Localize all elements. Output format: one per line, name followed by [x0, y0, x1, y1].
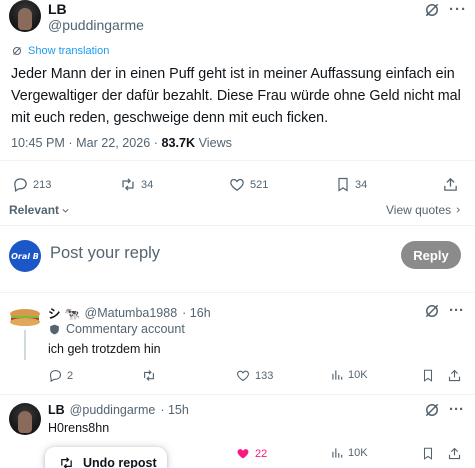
- views-action[interactable]: 10K: [330, 446, 368, 460]
- reply-avatar[interactable]: [9, 403, 41, 435]
- share-icon[interactable]: [447, 368, 462, 383]
- author-handle[interactable]: @puddingarme: [48, 17, 144, 33]
- analytics-icon: [330, 368, 344, 382]
- reply-text: ich geh trotzdem hin: [48, 342, 161, 356]
- reply-button[interactable]: Reply: [401, 241, 461, 269]
- bookmark-count: 34: [355, 178, 368, 191]
- shield-icon: [48, 323, 61, 336]
- views-label: Views: [195, 136, 232, 150]
- like-count: 521: [250, 178, 269, 191]
- reply-time[interactable]: · 15h: [160, 403, 189, 417]
- tweet-timestamp[interactable]: 10:45 PM · Mar 22, 2026 ·: [11, 136, 162, 150]
- view-quotes-label: View quotes: [386, 203, 452, 217]
- commentary-badge: Commentary account: [48, 322, 185, 336]
- sort-relevant-label: Relevant: [9, 203, 60, 217]
- repost-icon: [58, 455, 75, 468]
- author-avatar[interactable]: [9, 0, 41, 32]
- divider: [0, 160, 475, 161]
- repost-count: 34: [141, 178, 154, 191]
- reply-action[interactable]: 213: [12, 176, 51, 193]
- reply-icon: [12, 176, 29, 193]
- thread-connector: [24, 330, 26, 360]
- like-action[interactable]: 22: [235, 446, 267, 461]
- reply-author-handle[interactable]: @Matumba1988: [85, 306, 178, 320]
- reply-author-name[interactable]: シ 🐄: [48, 303, 80, 322]
- composer-avatar[interactable]: Oral B: [9, 240, 41, 272]
- grok-icon[interactable]: [423, 1, 441, 19]
- commentary-label: Commentary account: [66, 322, 185, 336]
- reply-action[interactable]: 2: [48, 368, 73, 383]
- reply-time[interactable]: · 16h: [182, 306, 211, 320]
- tweet-meta: 10:45 PM · Mar 22, 2026 · 83.7K Views: [11, 136, 232, 150]
- views-count: 10K: [348, 447, 368, 459]
- like-action[interactable]: 133: [235, 368, 273, 383]
- reply-avatar-sandwich[interactable]: [9, 308, 41, 328]
- sort-relevant-dropdown[interactable]: Relevant: [9, 203, 70, 217]
- bookmark-icon: [335, 176, 351, 193]
- reply-count: 2: [67, 369, 74, 382]
- repost-action[interactable]: 34: [119, 176, 153, 193]
- reply-header: LB @puddingarme · 15h: [48, 403, 189, 417]
- views-action[interactable]: 10K: [330, 368, 368, 382]
- grok-icon[interactable]: [423, 401, 441, 419]
- heart-icon: [228, 176, 246, 193]
- bookmark-icon[interactable]: [421, 446, 435, 461]
- reply-icon: [48, 368, 63, 383]
- show-translation-link[interactable]: Show translation: [11, 45, 109, 57]
- author-name[interactable]: LB: [48, 1, 67, 17]
- like-count: 22: [255, 447, 268, 460]
- like-action[interactable]: 521: [228, 176, 268, 193]
- share-icon[interactable]: [447, 446, 462, 461]
- avatar-logo-text: Oral B: [11, 251, 39, 261]
- grok-icon[interactable]: [423, 302, 441, 320]
- undo-repost-label: Undo repost: [83, 456, 157, 468]
- reply-header: シ 🐄 @Matumba1988 · 16h: [48, 303, 211, 322]
- repost-icon: [141, 368, 157, 383]
- undo-repost-menu-item[interactable]: Undo repost: [45, 447, 167, 468]
- views-count: 10K: [348, 369, 368, 381]
- views-count: 83.7K: [161, 136, 196, 150]
- chevron-down-icon: [61, 206, 70, 215]
- tweet-text: Jeder Mann der in einen Puff geht ist in…: [11, 66, 461, 126]
- more-dots-icon[interactable]: ···: [449, 302, 464, 319]
- divider: [0, 292, 475, 293]
- repost-icon: [119, 176, 137, 193]
- reply-author-handle[interactable]: @puddingarme: [70, 403, 156, 417]
- view-quotes-link[interactable]: View quotes: [386, 203, 462, 217]
- divider: [0, 394, 475, 395]
- reply-author-name[interactable]: LB: [48, 403, 65, 417]
- heart-filled-icon: [235, 446, 251, 461]
- divider: [0, 225, 475, 226]
- bookmark-icon[interactable]: [421, 368, 435, 383]
- heart-icon: [235, 368, 251, 383]
- reply-text: H0rens8hn: [48, 421, 110, 435]
- share-icon[interactable]: [442, 176, 459, 193]
- chevron-right-icon: [454, 205, 462, 215]
- more-dots-icon[interactable]: ···: [449, 401, 464, 418]
- reply-input[interactable]: Post your reply: [50, 244, 160, 263]
- analytics-icon: [330, 446, 344, 460]
- reply-count: 213: [33, 178, 52, 191]
- more-dots-icon[interactable]: ···: [449, 1, 467, 18]
- repost-action[interactable]: [141, 368, 157, 383]
- show-translation-label[interactable]: Show translation: [28, 45, 109, 57]
- globe-translate-icon: [11, 45, 23, 57]
- like-count: 133: [255, 369, 274, 382]
- bookmark-action[interactable]: 34: [335, 176, 367, 193]
